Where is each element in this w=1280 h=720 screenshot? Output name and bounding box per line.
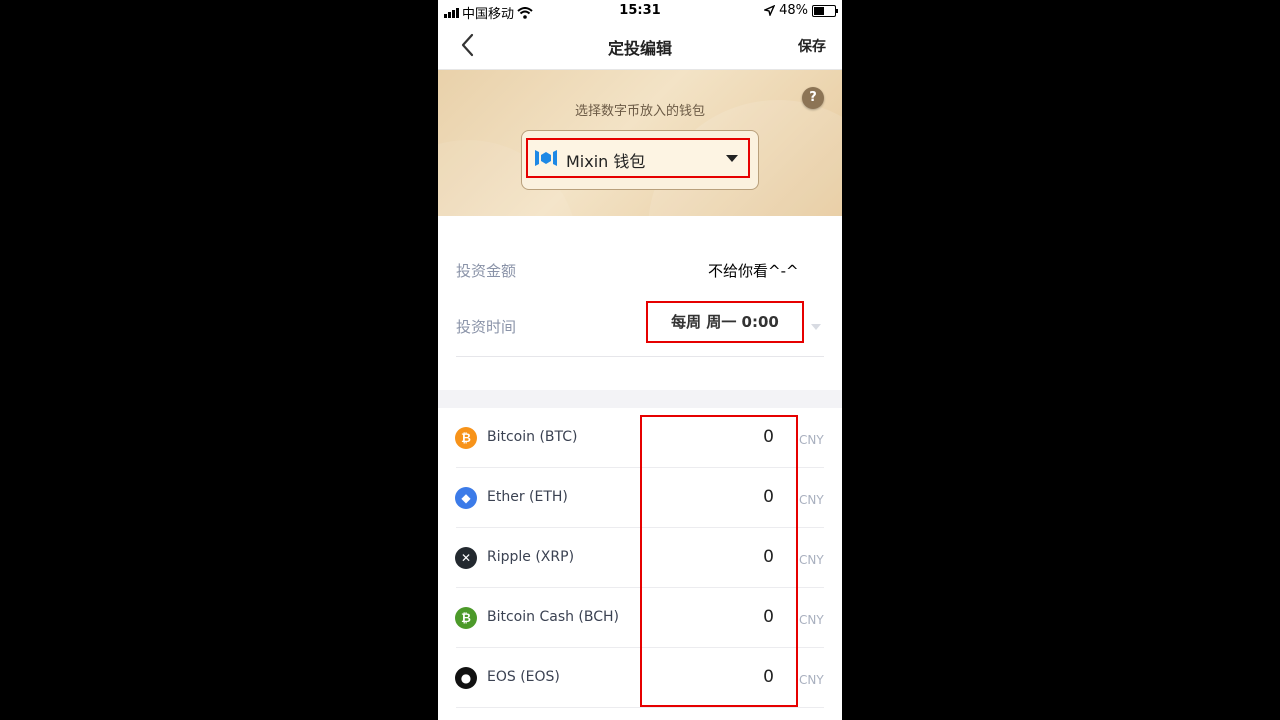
amount-value[interactable]: 不给你看^-^ (708, 260, 799, 281)
battery-level-fill (814, 6, 824, 15)
battery-icon (812, 4, 838, 17)
mixin-logo-icon (535, 150, 557, 166)
eos-icon: ● (455, 667, 477, 689)
ripple-icon: ✕ (455, 547, 477, 569)
battery-percent: 48% (779, 3, 808, 18)
help-icon[interactable]: ? (802, 87, 824, 109)
navigation-bar: 定投编辑 保存 (438, 22, 842, 70)
caret-down-icon[interactable] (811, 324, 821, 330)
time-select[interactable]: 每周 周一 0:00 (646, 301, 804, 343)
bitcoin-icon: ₿ (455, 427, 477, 449)
currency-unit: CNY (799, 433, 824, 447)
page-title: 定投编辑 (607, 39, 672, 58)
phone-screen: 中国移动 15:31 48% 定投编辑 保存 选择数字币放入的钱包 ? Mixi… (438, 0, 842, 720)
currency-unit: CNY (799, 553, 824, 567)
time-label: 投资时间 (456, 318, 517, 336)
save-button[interactable]: 保存 (798, 36, 826, 56)
divider (456, 707, 824, 708)
divider (456, 356, 824, 357)
currency-unit: CNY (799, 673, 824, 687)
amount-label: 投资金额 (456, 262, 517, 280)
status-bar: 中国移动 15:31 48% (438, 0, 842, 22)
coin-name: Ether (ETH) (487, 489, 568, 505)
investment-settings: 投资金额 不给你看^-^ 投资时间 每周 周一 0:00 (438, 216, 842, 390)
amount-highlight-box (640, 415, 798, 707)
wallet-select-label: 选择数字币放入的钱包 (574, 104, 705, 119)
caret-down-icon (726, 155, 738, 162)
coin-name: Bitcoin Cash (BCH) (487, 609, 620, 625)
wallet-name: Mixin 钱包 (566, 152, 646, 171)
status-right: 48% (764, 3, 838, 18)
wallet-banner: 选择数字币放入的钱包 ? Mixin 钱包 (438, 70, 842, 216)
location-arrow-icon (764, 5, 776, 16)
currency-unit: CNY (799, 613, 824, 627)
coin-name: Bitcoin (BTC) (487, 429, 578, 445)
currency-unit: CNY (799, 493, 824, 507)
coin-name: EOS (EOS) (487, 669, 560, 685)
wallet-dropdown[interactable]: Mixin 钱包 (526, 138, 750, 178)
coin-list: ₿ Bitcoin (BTC) 0 CNY ◆ Ether (ETH) 0 CN… (438, 408, 842, 720)
bitcoin-cash-icon: ₿ (455, 607, 477, 629)
ether-icon: ◆ (455, 487, 477, 509)
coin-name: Ripple (XRP) (487, 549, 575, 565)
